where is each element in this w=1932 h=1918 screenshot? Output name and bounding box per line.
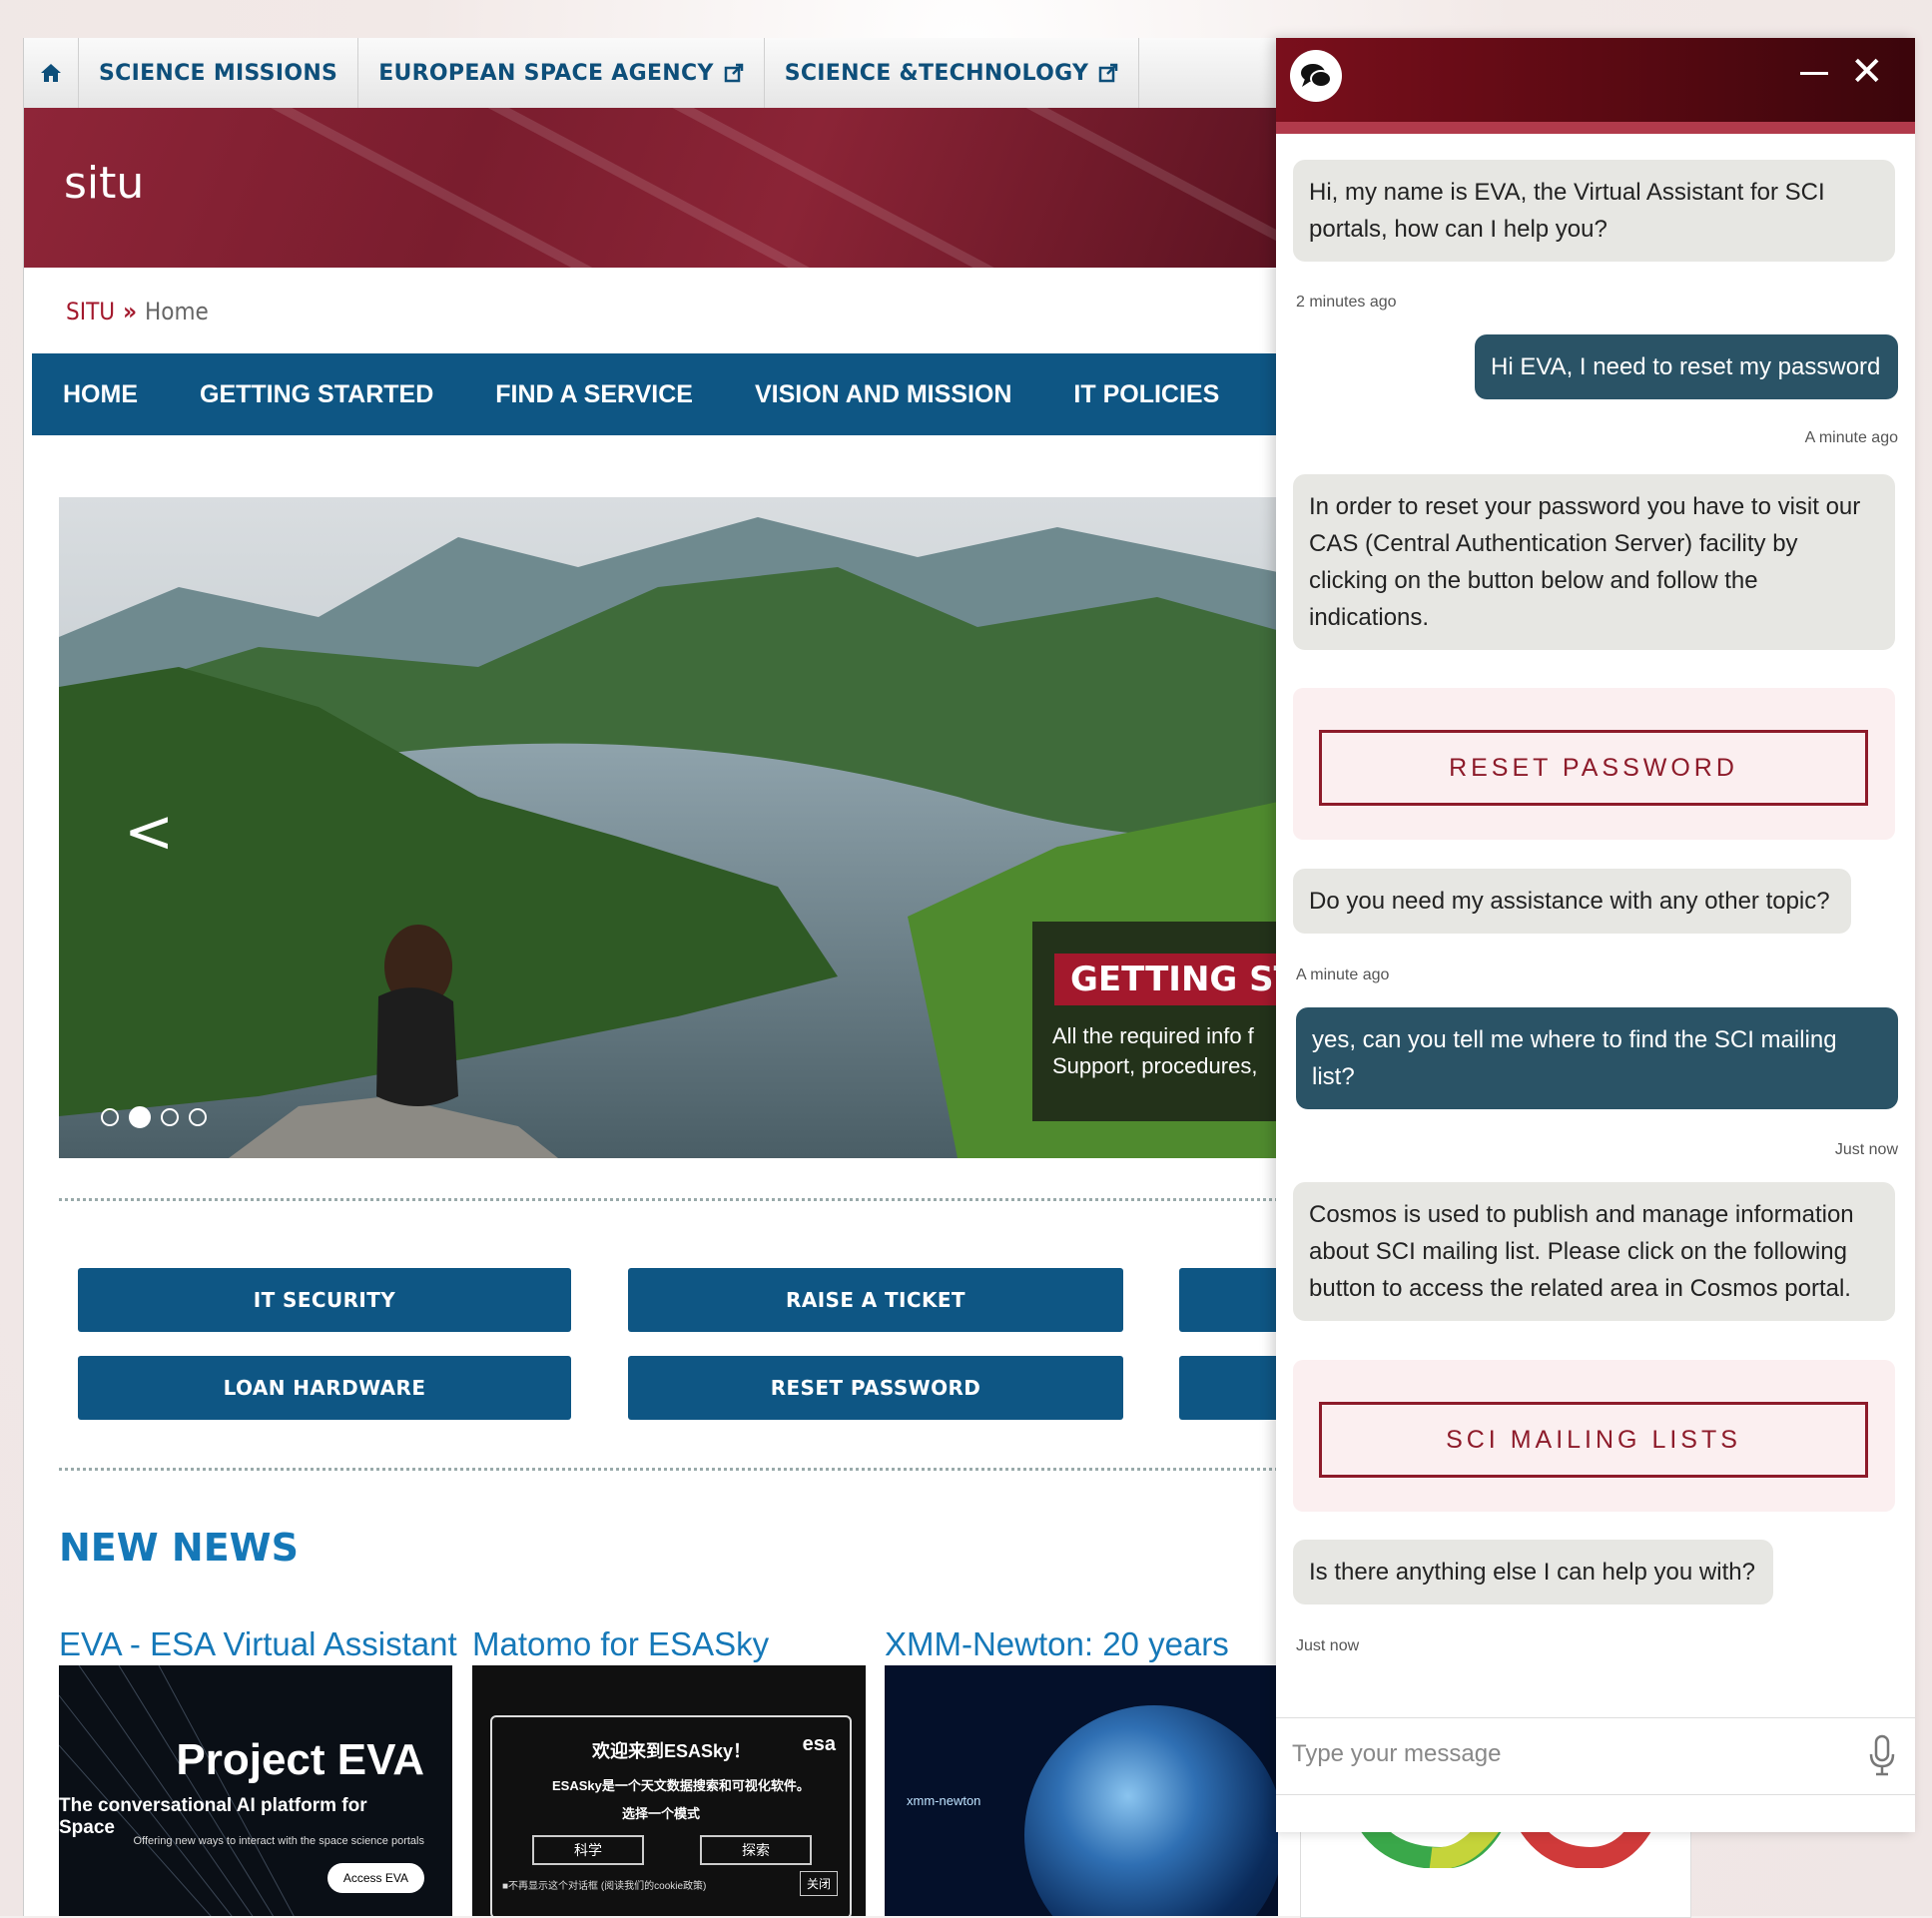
esasky-close: 关闭 bbox=[799, 1871, 838, 1896]
site-banner: situ bbox=[24, 108, 1302, 268]
news-title-eva[interactable]: EVA - ESA Virtual Assistant bbox=[59, 1625, 457, 1663]
external-link-icon bbox=[1098, 63, 1118, 83]
eva-chat-panel: ✕ Hi, my name is EVA, the Virtual Assist… bbox=[1276, 38, 1915, 1832]
divider bbox=[59, 1468, 1302, 1471]
breadcrumb-current: Home bbox=[145, 298, 209, 325]
external-link-icon bbox=[724, 63, 743, 83]
esa-logo: esa bbox=[802, 1733, 836, 1755]
hero-slider: < GETTING STA All the required info f Su… bbox=[59, 497, 1302, 1158]
slide-caption: GETTING STA All the required info f Supp… bbox=[1032, 922, 1302, 1121]
microphone-icon bbox=[1869, 1734, 1895, 1776]
news-image-eva[interactable]: Project EVA The conversational AI platfo… bbox=[59, 1665, 452, 1916]
bot-message: In order to reset your password you have… bbox=[1293, 474, 1895, 650]
home-icon bbox=[41, 64, 61, 82]
nav-find-a-service[interactable]: FIND A SERVICE bbox=[464, 380, 724, 409]
bot-action-card: RESET PASSWORD bbox=[1293, 688, 1895, 840]
news-heading: NEW NEWS bbox=[59, 1526, 299, 1570]
site-title: situ bbox=[64, 158, 145, 209]
bot-action-card: SCI MAILING LISTS bbox=[1293, 1360, 1895, 1512]
slider-dot[interactable] bbox=[101, 1108, 119, 1126]
chat-input-bar: Type your message bbox=[1276, 1717, 1915, 1795]
topnav-science-missions[interactable]: SCIENCE MISSIONS bbox=[79, 38, 359, 108]
slider-dot[interactable] bbox=[161, 1108, 179, 1126]
nav-vision-and-mission[interactable]: VISION AND MISSION bbox=[724, 380, 1042, 409]
esasky-dialog: 欢迎来到ESASky！ esa ESASky是一个天文数据搜索和可视化软件。 选… bbox=[490, 1715, 852, 1916]
user-message: yes, can you tell me where to find the S… bbox=[1296, 1007, 1898, 1109]
nav-home[interactable]: HOME bbox=[32, 380, 169, 409]
news-image-xmm[interactable]: xmm-newton bbox=[885, 1665, 1278, 1916]
user-message: Hi EVA, I need to reset my password bbox=[1475, 334, 1898, 399]
message-time: A minute ago bbox=[1804, 429, 1898, 446]
chat-logo bbox=[1290, 50, 1342, 102]
bot-message: Cosmos is used to publish and manage inf… bbox=[1293, 1182, 1895, 1321]
raise-a-ticket-button[interactable]: RAISE A TICKET bbox=[628, 1268, 1123, 1332]
header-accent-strip bbox=[1276, 122, 1915, 134]
news-title-xmm[interactable]: XMM-Newton: 20 years bbox=[885, 1625, 1229, 1663]
loan-hardware-button[interactable]: LOAN HARDWARE bbox=[78, 1356, 571, 1420]
situ-website: SCIENCE MISSIONS EUROPEAN SPACE AGENCY S… bbox=[23, 38, 1302, 1916]
caption-line: Support, procedures, bbox=[1052, 1053, 1258, 1078]
breadcrumb-separator: » bbox=[123, 298, 138, 325]
message-time: 2 minutes ago bbox=[1296, 294, 1397, 311]
slide-caption-text: All the required info f Support, procedu… bbox=[1052, 1021, 1257, 1081]
chat-sci-mailing-lists-button[interactable]: SCI MAILING LISTS bbox=[1319, 1402, 1868, 1478]
divider bbox=[59, 1198, 1302, 1201]
esasky-explore-button: 探索 bbox=[700, 1835, 812, 1865]
topnav-label: SCIENCE MISSIONS bbox=[99, 60, 338, 86]
close-icon[interactable]: ✕ bbox=[1850, 52, 1884, 92]
caption-line: All the required info f bbox=[1052, 1023, 1254, 1048]
eva-image-title: Project EVA bbox=[176, 1735, 424, 1784]
slider-dot-active[interactable] bbox=[129, 1106, 151, 1128]
message-time: Just now bbox=[1834, 1141, 1898, 1158]
eva-image-tagline: Offering new ways to interact with the s… bbox=[133, 1835, 424, 1847]
message-time: A minute ago bbox=[1296, 966, 1390, 983]
bot-message: Hi, my name is EVA, the Virtual Assistan… bbox=[1293, 160, 1895, 262]
slider-dot[interactable] bbox=[189, 1108, 207, 1126]
chat-header: ✕ bbox=[1276, 38, 1915, 134]
news-title-matomo[interactable]: Matomo for ESASky bbox=[472, 1625, 769, 1663]
eva-image-subtitle: The conversational AI platform for Space bbox=[59, 1795, 367, 1838]
esasky-desc: ESASky是一个天文数据搜索和可视化软件。 bbox=[552, 1778, 810, 1793]
esasky-footer: ■不再显示这个对话框 (阅读我们的cookie政策) bbox=[502, 1881, 707, 1892]
topnav-label: SCIENCE &TECHNOLOGY bbox=[784, 60, 1089, 86]
chat-bubbles-icon bbox=[1301, 64, 1332, 88]
microphone-button[interactable] bbox=[1867, 1734, 1897, 1783]
bot-message: Is there anything else I can help you wi… bbox=[1293, 1540, 1773, 1604]
topnav-european-space-agency[interactable]: EUROPEAN SPACE AGENCY bbox=[358, 38, 765, 108]
main-navigation: HOME GETTING STARTED FIND A SERVICE VISI… bbox=[32, 353, 1302, 435]
message-input[interactable]: Type your message bbox=[1292, 1740, 1501, 1768]
topnav-label: EUROPEAN SPACE AGENCY bbox=[378, 60, 714, 86]
esasky-welcome: 欢迎来到ESASky！ bbox=[592, 1741, 752, 1761]
nav-getting-started[interactable]: GETTING STARTED bbox=[169, 380, 464, 409]
bot-message: Do you need my assistance with any other… bbox=[1293, 869, 1851, 934]
slider-pagination bbox=[101, 1106, 207, 1128]
it-security-button[interactable]: IT SECURITY bbox=[78, 1268, 571, 1332]
top-navigation: SCIENCE MISSIONS EUROPEAN SPACE AGENCY S… bbox=[24, 38, 1302, 109]
slide-caption-title[interactable]: GETTING STA bbox=[1054, 954, 1302, 1005]
access-eva-button[interactable]: Access EVA bbox=[326, 1863, 424, 1893]
home-link[interactable] bbox=[24, 38, 79, 108]
xmm-label: xmm-newton bbox=[907, 1793, 981, 1808]
nav-it-policies[interactable]: IT POLICIES bbox=[1042, 380, 1250, 409]
topnav-science-technology[interactable]: SCIENCE &TECHNOLOGY bbox=[765, 38, 1140, 108]
breadcrumb-root-link[interactable]: SITU bbox=[66, 298, 115, 325]
message-time: Just now bbox=[1296, 1637, 1360, 1654]
news-image-matomo[interactable]: 欢迎来到ESASky！ esa ESASky是一个天文数据搜索和可视化软件。 选… bbox=[472, 1665, 866, 1916]
slider-prev-arrow[interactable]: < bbox=[124, 797, 174, 867]
breadcrumb: SITU » Home bbox=[66, 298, 209, 325]
chat-reset-password-button[interactable]: RESET PASSWORD bbox=[1319, 730, 1868, 806]
esasky-mode: 选择一个模式 bbox=[622, 1806, 701, 1821]
earth-graphic bbox=[1024, 1705, 1278, 1916]
minimize-icon[interactable] bbox=[1800, 72, 1828, 75]
reset-password-button[interactable]: RESET PASSWORD bbox=[628, 1356, 1123, 1420]
esasky-science-button: 科学 bbox=[532, 1835, 644, 1865]
